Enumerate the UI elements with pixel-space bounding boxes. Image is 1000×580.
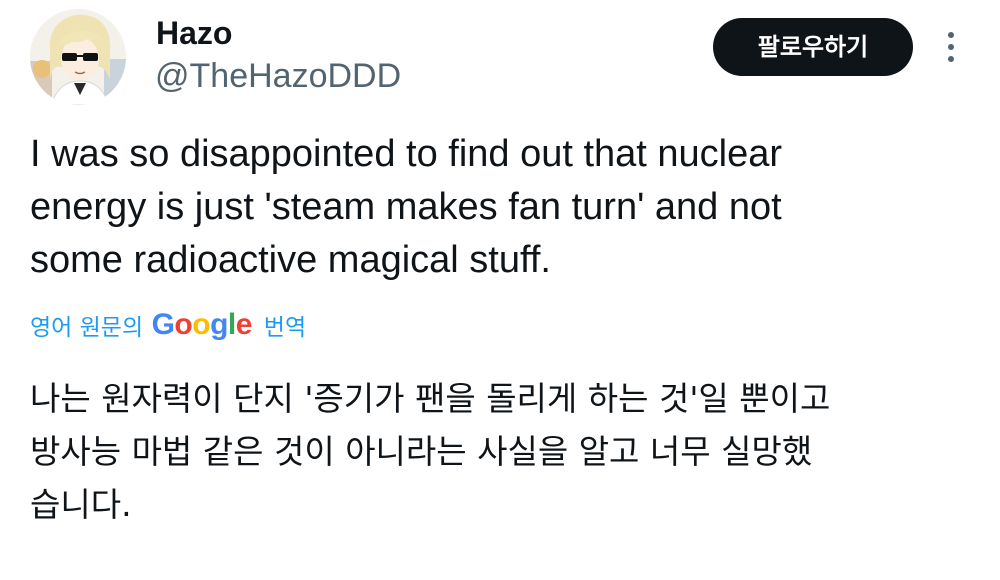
google-logo-letter: l xyxy=(227,308,236,341)
google-logo: Google xyxy=(152,308,260,341)
more-dot xyxy=(948,32,954,38)
translation-source-label[interactable]: 영어 원문의 xyxy=(30,315,143,341)
tweet-card: Hazo @TheHazoDDD 팔로우하기 I was so disappoi… xyxy=(0,0,1000,580)
author-handle[interactable]: @TheHazoDDD xyxy=(155,56,401,96)
more-vertical-icon[interactable] xyxy=(932,26,972,68)
follow-button[interactable]: 팔로우하기 xyxy=(713,18,913,76)
more-dot xyxy=(948,56,954,62)
translated-text-line: 나는 원자력이 단지 '증기가 팬을 돌리게 하는 것'일 뿐이고 xyxy=(30,379,831,418)
google-logo-letter: g xyxy=(210,308,228,341)
google-logo-letter: o xyxy=(174,308,193,341)
google-logo-letter: G xyxy=(151,308,175,341)
avatar[interactable] xyxy=(30,9,126,105)
translation-label[interactable]: 번역 xyxy=(264,315,306,341)
translated-text-line: 방사능 마법 같은 것이 아니라는 사실을 알고 너무 실망했 xyxy=(30,432,813,471)
author-display-name[interactable]: Hazo xyxy=(156,14,232,52)
avatar-image xyxy=(30,9,126,105)
more-dot xyxy=(948,44,954,50)
tweet-text-line: some radioactive magical stuff. xyxy=(30,239,551,281)
tweet-text-line: energy is just 'steam makes fan turn' an… xyxy=(30,186,782,228)
translated-text-line: 습니다. xyxy=(30,485,132,524)
translated-body: 나는 원자력이 단지 '증기가 팬을 돌리게 하는 것'일 뿐이고 방사능 마법… xyxy=(30,372,975,531)
google-logo-letter: e xyxy=(235,308,253,341)
tweet-body: I was so disappointed to find out that n… xyxy=(30,128,970,287)
translation-attribution: 영어 원문의 Google 번역 xyxy=(30,308,306,352)
google-logo-letter: o xyxy=(192,308,211,341)
tweet-text-line: I was so disappointed to find out that n… xyxy=(30,133,783,175)
